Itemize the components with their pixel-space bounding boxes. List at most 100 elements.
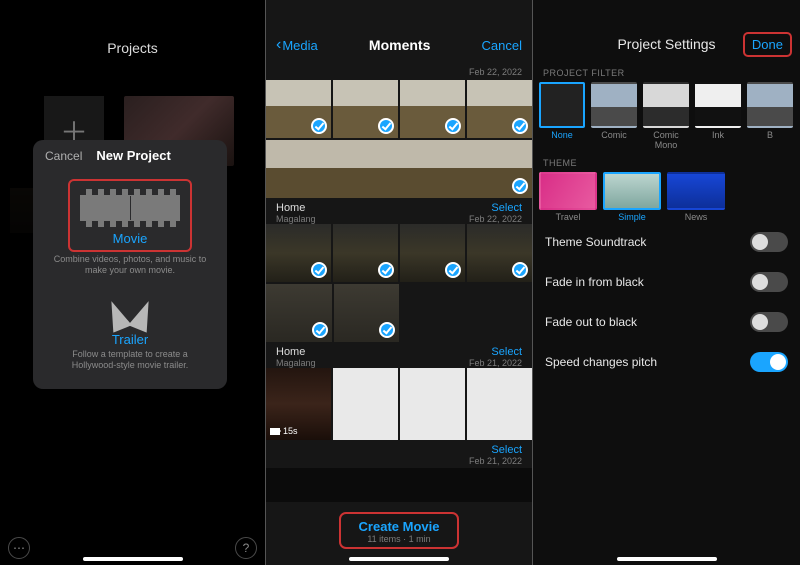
media-thumb[interactable] [266, 140, 532, 198]
check-icon [445, 118, 461, 134]
home-indicator[interactable] [349, 557, 449, 561]
check-icon [311, 262, 327, 278]
media-thumb[interactable] [266, 224, 331, 282]
media-row [266, 80, 532, 140]
row-soundtrack: Theme Soundtrack [533, 222, 800, 262]
filter-none[interactable]: None [539, 82, 585, 150]
section-select[interactable]: Select [469, 444, 522, 456]
media-thumb[interactable] [333, 80, 398, 138]
projects-title: Projects [0, 0, 265, 56]
pane-project-settings: Project Settings Done PROJECT FILTER Non… [533, 0, 800, 565]
theme-header: THEME [533, 150, 800, 172]
section-select[interactable]: Select [469, 346, 522, 358]
toggle-fade-out[interactable] [750, 312, 788, 332]
chevron-left-icon: ‹ [276, 36, 281, 54]
media-thumb[interactable] [400, 80, 465, 138]
section-date: Feb 22, 2022 [469, 214, 522, 224]
movie-highlight-box: Movie [68, 179, 192, 252]
filter-strip[interactable]: None Comic Comic Mono Ink B [533, 82, 800, 150]
option-trailer[interactable]: Trailer Follow a template to create a Ho… [33, 280, 227, 375]
cancel-button[interactable]: Cancel [482, 38, 522, 53]
media-thumb[interactable] [333, 224, 398, 282]
media-thumb[interactable] [467, 368, 532, 440]
media-thumb[interactable] [467, 80, 532, 138]
filter-comic[interactable]: Comic [591, 82, 637, 150]
toggle-speed-pitch[interactable] [750, 352, 788, 372]
home-indicator[interactable] [83, 557, 183, 561]
media-thumb[interactable]: 15s [266, 368, 331, 440]
theme-strip[interactable]: Travel Simple News [533, 172, 800, 222]
back-label: Media [282, 38, 317, 53]
pane-new-project: Projects ＋ Cancel New Project Movie Comb… [0, 0, 266, 565]
toggle-fade-in[interactable] [750, 272, 788, 292]
filter-comic-mono[interactable]: Comic Mono [643, 82, 689, 150]
help-button[interactable]: ? [235, 537, 257, 559]
section-sub: Magalang [276, 214, 316, 224]
media-row [266, 224, 532, 284]
section-select[interactable]: Select [469, 202, 522, 214]
media-thumb[interactable] [333, 368, 398, 440]
toggle-soundtrack[interactable] [750, 232, 788, 252]
media-thumb[interactable] [266, 80, 331, 138]
back-button[interactable]: ‹ Media [276, 36, 318, 54]
movie-label: Movie [76, 231, 184, 246]
section-name: Home [276, 202, 316, 214]
ellipsis-icon: ⋯ [13, 541, 25, 555]
top-date: Feb 22, 2022 [469, 67, 522, 77]
check-icon [512, 118, 528, 134]
media-row [266, 140, 532, 200]
check-icon [512, 178, 528, 194]
section-date: Feb 21, 2022 [469, 456, 522, 466]
media-thumb[interactable] [266, 284, 332, 342]
trailer-desc: Follow a template to create a Hollywood-… [49, 349, 211, 371]
section-date: Feb 21, 2022 [469, 358, 522, 368]
theme-news[interactable]: News [667, 172, 725, 222]
create-movie-sub: 11 items · 1 min [359, 534, 440, 544]
row-label: Fade out to black [545, 315, 637, 329]
settings-title: Project Settings [617, 36, 715, 52]
modal-title: New Project [96, 148, 170, 163]
media-row-dark [266, 468, 532, 502]
check-icon [311, 118, 327, 134]
check-icon [445, 262, 461, 278]
new-project-modal: Cancel New Project Movie Combine videos,… [33, 140, 227, 389]
row-label: Fade in from black [545, 275, 644, 289]
section-sub: Magalang [276, 358, 316, 368]
theme-travel[interactable]: Travel [539, 172, 597, 222]
question-icon: ? [243, 541, 250, 555]
create-movie-button[interactable]: Create Movie 11 items · 1 min [339, 512, 460, 549]
modal-cancel-button[interactable]: Cancel [45, 149, 82, 163]
media-row: 15s [266, 368, 532, 442]
pane-moments: ‹ Media Moments Cancel Feb 22, 2022 Home… [266, 0, 533, 565]
filter-more[interactable]: B [747, 82, 793, 150]
option-movie[interactable]: Movie Combine videos, photos, and music … [33, 169, 227, 280]
movie-desc: Combine videos, photos, and music to mak… [49, 254, 211, 276]
video-badge: 15s [270, 426, 298, 436]
check-icon [378, 262, 394, 278]
row-fade-in: Fade in from black [533, 262, 800, 302]
filter-ink[interactable]: Ink [695, 82, 741, 150]
more-button[interactable]: ⋯ [8, 537, 30, 559]
media-thumb[interactable] [400, 224, 465, 282]
filter-header: PROJECT FILTER [533, 60, 800, 82]
create-movie-label: Create Movie [359, 519, 440, 534]
media-thumb[interactable] [467, 224, 532, 282]
moments-title: Moments [369, 37, 430, 53]
row-label: Speed changes pitch [545, 355, 657, 369]
home-indicator[interactable] [617, 557, 717, 561]
media-thumb[interactable] [334, 284, 400, 342]
done-button[interactable]: Done [743, 32, 792, 57]
media-thumb[interactable] [400, 368, 465, 440]
row-label: Theme Soundtrack [545, 235, 646, 249]
row-fade-out: Fade out to black [533, 302, 800, 342]
check-icon [312, 322, 328, 338]
check-icon [379, 322, 395, 338]
row-speed-pitch: Speed changes pitch [533, 342, 800, 382]
theme-simple[interactable]: Simple [603, 172, 661, 222]
video-icon [270, 428, 280, 435]
section-name: Home [276, 346, 316, 358]
movie-icon [80, 189, 180, 227]
media-row [266, 284, 532, 344]
clip-duration: 15s [283, 426, 298, 436]
check-icon [512, 262, 528, 278]
